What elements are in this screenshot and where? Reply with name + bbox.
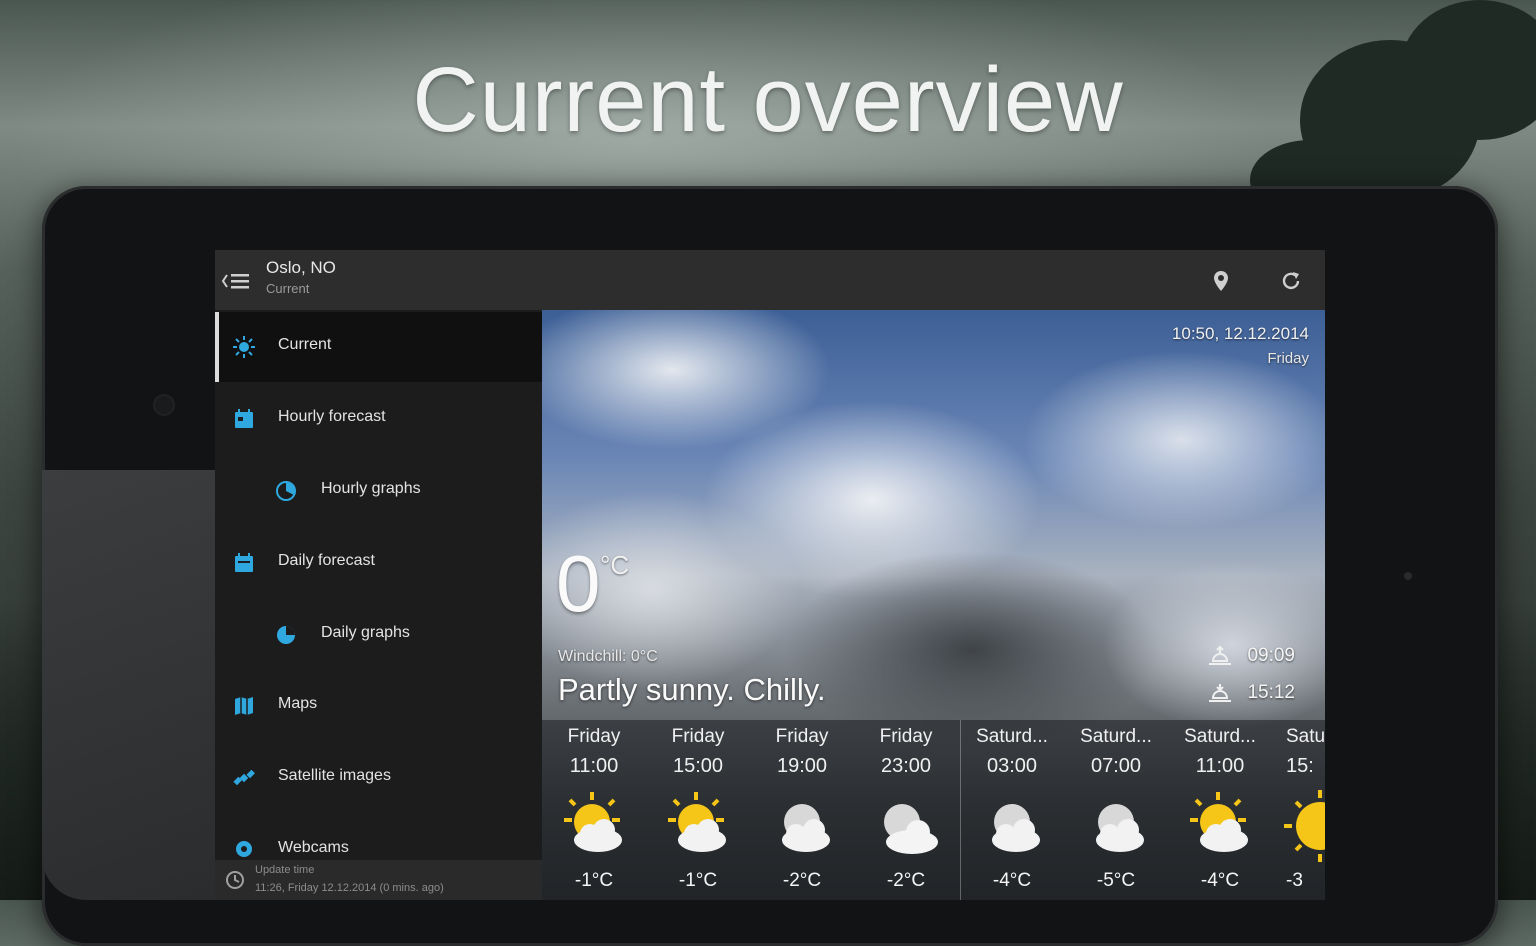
- forecast-item[interactable]: Friday 11:00 -1°C: [542, 720, 646, 900]
- forecast-time: 15:00: [672, 755, 724, 777]
- nav-item-hourly-graphs[interactable]: Hourly graphs: [215, 456, 542, 526]
- forecast-day: Friday: [567, 726, 621, 747]
- nav-label-webcams: Webcams: [278, 839, 349, 856]
- sunrise-time: 09:09: [1247, 645, 1295, 666]
- forecast-day: Saturd...: [1184, 726, 1256, 747]
- partly-cloudy-night-icon: [992, 804, 1040, 852]
- forecast-time: 07:00: [1090, 755, 1142, 777]
- forecast-item[interactable]: Friday 23:00 -2°C: [854, 720, 958, 900]
- map-icon: [235, 697, 253, 715]
- forecast-item[interactable]: Friday 15:00 -1°C: [646, 720, 750, 900]
- partly-cloudy-night-icon: [1096, 804, 1144, 852]
- drawer-menu-icon[interactable]: [221, 270, 251, 292]
- observation-datetime: 10:50, 12.12.2014: [1171, 324, 1309, 343]
- refresh-icon[interactable]: [1278, 268, 1304, 294]
- partly-cloudy-night-icon: [782, 804, 830, 852]
- nav-item-hourly-forecast[interactable]: Hourly forecast: [215, 384, 542, 454]
- partly-sunny-icon: [1190, 792, 1248, 852]
- current-weather-panel: 10:50, 12.12.2014 Friday 0 °C Windchill:…: [542, 310, 1325, 900]
- forecast-time: 03:00: [986, 755, 1038, 777]
- nav-label-hourly-forecast: Hourly forecast: [278, 408, 386, 425]
- sunset-time: 15:12: [1247, 682, 1295, 703]
- calendar-icon: [235, 409, 253, 428]
- sunny-icon: [1284, 790, 1325, 862]
- forecast-day: Friday: [879, 726, 933, 747]
- windchill-text: Windchill: 0°C: [558, 648, 658, 665]
- forecast-time: 11:00: [569, 755, 619, 777]
- forecast-item[interactable]: Saturd... 07:00 -5°C: [1064, 720, 1168, 900]
- sunset-icon: [1209, 684, 1232, 702]
- light-sensor: [1404, 572, 1412, 580]
- nav-item-maps[interactable]: Maps: [215, 671, 542, 741]
- nav-item-satellite-images[interactable]: Satellite images: [215, 743, 542, 813]
- forecast-item[interactable]: Saturd... 11:00 -4°C: [1168, 720, 1272, 900]
- webcam-icon: [236, 841, 252, 857]
- location-pin-icon[interactable]: [1208, 268, 1234, 294]
- sunset-row: 15:12: [1209, 682, 1295, 704]
- app-screen: Oslo, NO Current Current Hourly forecast…: [215, 250, 1325, 900]
- forecast-time: 23:00: [880, 755, 932, 777]
- nav-item-daily-forecast[interactable]: Daily forecast: [215, 528, 542, 598]
- nav-item-current[interactable]: Current: [215, 312, 542, 382]
- update-time-bar: Update time 11:26, Friday 12.12.2014 (0 …: [215, 860, 542, 900]
- forecast-time: 19:00: [776, 755, 828, 777]
- forecast-day: Friday: [671, 726, 725, 747]
- forecast-time: 15:: [1286, 755, 1314, 777]
- clock-icon: [226, 871, 244, 889]
- location-title: Oslo, NO: [266, 258, 336, 277]
- forecast-temp: -2°C: [782, 870, 822, 891]
- forecast-temp: -2°C: [886, 870, 926, 891]
- nav-label-maps: Maps: [278, 695, 318, 712]
- sunrise-icon: [1209, 645, 1232, 665]
- forecast-item[interactable]: Saturd... 03:00 -4°C: [960, 720, 1064, 900]
- partly-sunny-icon: [668, 792, 726, 852]
- action-bar: Oslo, NO Current: [215, 250, 1325, 310]
- forecast-temp: -4°C: [992, 870, 1032, 891]
- pie-chart-icon: [276, 481, 296, 501]
- forecast-temp: -4°C: [1200, 870, 1240, 891]
- nav-item-daily-graphs[interactable]: Daily graphs: [215, 600, 542, 670]
- forecast-temp: -1°C: [574, 870, 614, 891]
- pie-chart-icon: [277, 626, 295, 644]
- partly-sunny-icon: [564, 792, 622, 852]
- nav-label-hourly-graphs: Hourly graphs: [321, 480, 421, 497]
- forecast-day: Friday: [775, 726, 829, 747]
- hourly-forecast-strip[interactable]: Friday 11:00 -1°C Friday 15:00 -1°C Frid…: [542, 720, 1325, 900]
- sunrise-row: 09:09: [1209, 645, 1295, 667]
- forecast-day: Satu: [1286, 726, 1325, 747]
- forecast-item[interactable]: Friday 19:00 -2°C: [750, 720, 854, 900]
- tablet-bezel-shade: [42, 470, 217, 900]
- observation-weekday: Friday: [1267, 350, 1309, 367]
- navigation-drawer: Current Hourly forecast Hourly graphs Da…: [215, 310, 542, 900]
- satellite-icon: [233, 769, 255, 786]
- current-temperature: 0: [556, 539, 601, 628]
- condition-text: Partly sunny. Chilly.: [558, 672, 826, 707]
- nav-label-daily-forecast: Daily forecast: [278, 552, 375, 569]
- nav-label-satellite-images: Satellite images: [278, 767, 391, 784]
- sun-icon: [233, 336, 255, 358]
- forecast-item[interactable]: Satu 15: -3: [1272, 720, 1325, 900]
- forecast-temp: -3: [1286, 870, 1303, 891]
- cloudy-night-icon: [884, 804, 938, 854]
- forecast-day: Saturd...: [976, 726, 1048, 747]
- camera-lens: [155, 396, 173, 414]
- nav-label-current: Current: [278, 336, 332, 353]
- forecast-time: 11:00: [1195, 755, 1245, 777]
- forecast-day: Saturd...: [1080, 726, 1152, 747]
- calendar-icon: [235, 553, 253, 572]
- forecast-temp: -5°C: [1096, 870, 1136, 891]
- location-subtitle: Current: [266, 281, 310, 296]
- forecast-temp: -1°C: [678, 870, 718, 891]
- temperature-unit: °C: [600, 550, 630, 580]
- promo-headline: Current overview: [412, 49, 1124, 151]
- update-time-label: Update time: [255, 864, 315, 876]
- update-time-value: 11:26, Friday 12.12.2014 (0 mins. ago): [255, 882, 444, 894]
- nav-label-daily-graphs: Daily graphs: [321, 624, 410, 641]
- cloud-shape: [1022, 350, 1325, 530]
